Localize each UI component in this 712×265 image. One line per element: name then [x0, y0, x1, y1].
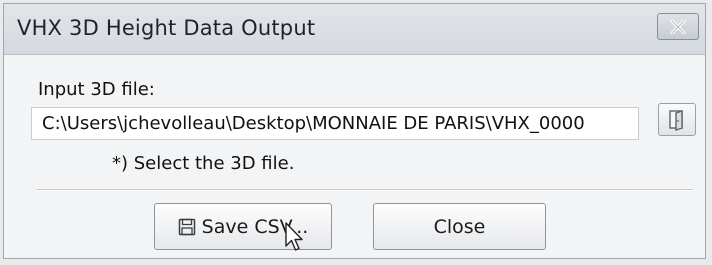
input-file-label: Input 3D file: [38, 79, 155, 100]
close-x-icon [670, 19, 686, 34]
floppy-disk-icon [178, 218, 196, 236]
browse-file-button[interactable] [658, 103, 696, 136]
save-csv-button[interactable]: Save CSV... [154, 203, 332, 250]
title-bar[interactable]: VHX 3D Height Data Output [4, 4, 705, 55]
instruction-hint: *) Select the 3D file. [112, 153, 295, 174]
file-path-value: C:\Users\jchevolleau\Desktop\MONNAIE DE … [42, 113, 585, 134]
close-button[interactable]: Close [373, 203, 546, 250]
separator-line [37, 189, 693, 191]
dialog-title: VHX 3D Height Data Output [17, 16, 316, 40]
close-button-label: Close [433, 215, 486, 238]
file-path-input[interactable]: C:\Users\jchevolleau\Desktop\MONNAIE DE … [31, 107, 639, 140]
close-window-button[interactable] [657, 13, 699, 40]
mouse-pointer-icon [284, 222, 304, 256]
folder-open-icon [669, 109, 683, 131]
dialog-window: VHX 3D Height Data Output Input 3D file:… [3, 3, 706, 259]
